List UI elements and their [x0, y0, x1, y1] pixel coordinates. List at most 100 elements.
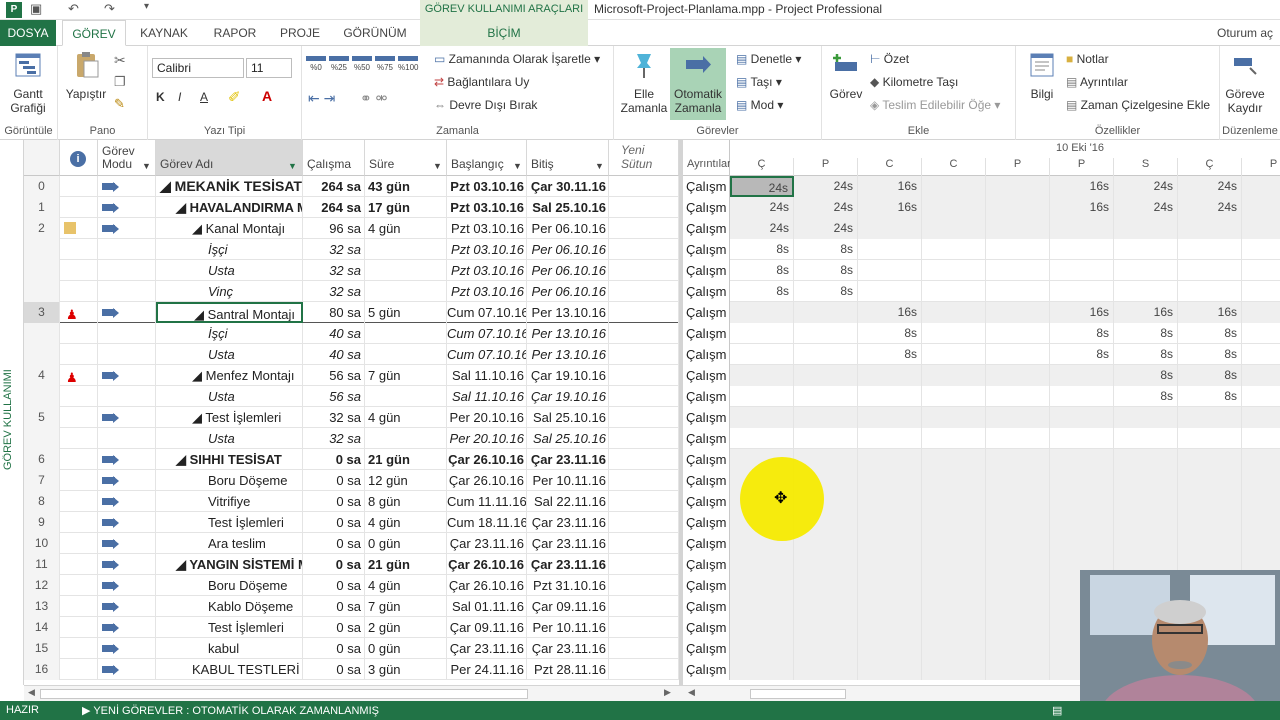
task-mode-cell[interactable]: [98, 218, 156, 239]
insert-milestone-button[interactable]: ◆ Kilometre Taşı: [870, 75, 958, 89]
finish-cell[interactable]: Pzt 28.11.16: [527, 659, 609, 680]
work-value-cell[interactable]: [1242, 281, 1280, 302]
row-id[interactable]: [24, 323, 60, 344]
duration-cell[interactable]: [365, 386, 447, 407]
work-value-cell[interactable]: [858, 260, 922, 281]
save-icon[interactable]: ▣: [30, 1, 42, 17]
new-column-cell[interactable]: [609, 281, 679, 302]
work-value-cell[interactable]: [1178, 239, 1242, 260]
work-value-cell[interactable]: [1050, 386, 1114, 407]
task-mode-cell[interactable]: [98, 386, 156, 407]
new-column-cell[interactable]: [609, 239, 679, 260]
tab-project[interactable]: PROJE: [272, 20, 328, 46]
percent-0-button[interactable]: %0: [306, 56, 326, 72]
finish-cell[interactable]: Sal 25.10.16: [527, 407, 609, 428]
work-value-cell[interactable]: [922, 470, 986, 491]
row-id[interactable]: [24, 281, 60, 302]
start-cell[interactable]: Pzt 03.10.16: [447, 197, 527, 218]
work-cell[interactable]: 0 sa: [303, 533, 365, 554]
font-color-icon[interactable]: A: [262, 88, 272, 104]
work-value-cell[interactable]: 24s: [794, 218, 858, 239]
work-value-cell[interactable]: [858, 638, 922, 659]
filter-dropdown-icon[interactable]: ▼: [433, 161, 442, 171]
work-cell[interactable]: 32 sa: [303, 281, 365, 302]
work-value-cell[interactable]: [1050, 260, 1114, 281]
insert-task-button[interactable]: Görev: [824, 50, 868, 101]
start-cell[interactable]: Sal 01.11.16: [447, 596, 527, 617]
finish-cell[interactable]: Per 06.10.16: [527, 281, 609, 302]
duration-cell[interactable]: 8 gün: [365, 491, 447, 512]
work-value-cell[interactable]: 16s: [1114, 302, 1178, 323]
work-header[interactable]: Çalışma: [303, 140, 365, 176]
work-cell[interactable]: 80 sa: [303, 302, 365, 323]
work-value-cell[interactable]: [858, 575, 922, 596]
mode-button[interactable]: ▤ Mod ▾: [736, 98, 783, 112]
work-value-cell[interactable]: [922, 281, 986, 302]
work-value-cell[interactable]: 8s: [1114, 386, 1178, 407]
start-cell[interactable]: Pzt 03.10.16: [447, 260, 527, 281]
work-value-cell[interactable]: [794, 428, 858, 449]
new-column-cell[interactable]: [609, 386, 679, 407]
work-value-cell[interactable]: [986, 596, 1050, 617]
work-value-cell[interactable]: [858, 281, 922, 302]
scroll-right-icon[interactable]: ▶: [664, 687, 671, 698]
work-cell[interactable]: 96 sa: [303, 218, 365, 239]
format-painter-icon[interactable]: ✎: [114, 96, 125, 112]
start-cell[interactable]: Per 20.10.16: [447, 428, 527, 449]
work-value-cell[interactable]: 8s: [858, 344, 922, 365]
work-value-cell[interactable]: 8s: [1050, 323, 1114, 344]
work-value-cell[interactable]: 24s: [794, 197, 858, 218]
work-value-cell[interactable]: [858, 218, 922, 239]
task-row[interactable]: 12 Boru Döşeme 0 sa 4 gün Çar 26.10.16 Pzt 31…: [24, 575, 679, 596]
work-value-cell[interactable]: [730, 323, 794, 344]
copy-icon[interactable]: ❐: [114, 74, 126, 90]
work-value-cell[interactable]: [1178, 470, 1242, 491]
manually-schedule-button[interactable]: Elle Zamanla: [618, 50, 670, 115]
work-cell[interactable]: 32 sa: [303, 239, 365, 260]
work-value-cell[interactable]: 24s: [1114, 197, 1178, 218]
duration-header[interactable]: Süre ▼: [365, 140, 447, 176]
work-value-cell[interactable]: [922, 302, 986, 323]
finish-cell[interactable]: Per 06.10.16: [527, 218, 609, 239]
row-id[interactable]: 8: [24, 491, 60, 512]
task-mode-cell[interactable]: [98, 596, 156, 617]
task-row[interactable]: 16 KABUL TESTLERİ 0 sa 3 gün Per 24.11.16 Pzt…: [24, 659, 679, 680]
finish-cell[interactable]: Per 10.11.16: [527, 617, 609, 638]
work-cell[interactable]: 0 sa: [303, 638, 365, 659]
work-value-cell[interactable]: [794, 575, 858, 596]
new-column-cell[interactable]: [609, 218, 679, 239]
task-name-cell[interactable]: kabul: [156, 638, 303, 659]
row-id[interactable]: 12: [24, 575, 60, 596]
work-value-cell[interactable]: [730, 617, 794, 638]
new-column-cell[interactable]: [609, 596, 679, 617]
duration-cell[interactable]: 12 gün: [365, 470, 447, 491]
filter-dropdown-icon[interactable]: ▼: [513, 161, 522, 171]
task-row[interactable]: 0 ◢ MEKANİK TESİSAT 264 sa 43 gün Pzt 03.10.…: [24, 176, 679, 197]
work-cell[interactable]: 0 sa: [303, 491, 365, 512]
work-value-cell[interactable]: [1178, 512, 1242, 533]
assignment-row[interactable]: İşçi 40 sa Cum 07.10.16 Per 13.10.16: [24, 323, 679, 344]
task-mode-cell[interactable]: [98, 659, 156, 680]
scroll-left-icon[interactable]: ◀: [28, 687, 35, 698]
tab-view[interactable]: GÖRÜNÜM: [334, 20, 416, 46]
duration-cell[interactable]: 4 gün: [365, 218, 447, 239]
work-cell[interactable]: 56 sa: [303, 386, 365, 407]
task-row[interactable]: 13 Kablo Döşeme 0 sa 7 gün Sal 01.11.16 Çar 0…: [24, 596, 679, 617]
work-value-cell[interactable]: 16s: [1178, 302, 1242, 323]
note-icon[interactable]: [64, 222, 76, 234]
work-value-cell[interactable]: [1242, 533, 1280, 554]
row-id[interactable]: 3: [24, 302, 60, 323]
new-tasks-status[interactable]: ▶ YENİ GÖREVLER : OTOMATİK OLARAK ZAMANL…: [82, 704, 379, 717]
new-column-cell[interactable]: [609, 554, 679, 575]
task-name-cell[interactable]: Vitrifiye: [156, 491, 303, 512]
finish-cell[interactable]: Çar 23.11.16: [527, 638, 609, 659]
finish-cell[interactable]: Pzt 31.10.16: [527, 575, 609, 596]
start-cell[interactable]: Çar 23.11.16: [447, 533, 527, 554]
work-value-cell[interactable]: [1114, 512, 1178, 533]
task-mode-cell[interactable]: [98, 428, 156, 449]
finish-cell[interactable]: Çar 23.11.16: [527, 449, 609, 470]
work-value-cell[interactable]: [922, 239, 986, 260]
work-value-cell[interactable]: 16s: [1050, 302, 1114, 323]
new-column-cell[interactable]: [609, 638, 679, 659]
duration-cell[interactable]: [365, 260, 447, 281]
